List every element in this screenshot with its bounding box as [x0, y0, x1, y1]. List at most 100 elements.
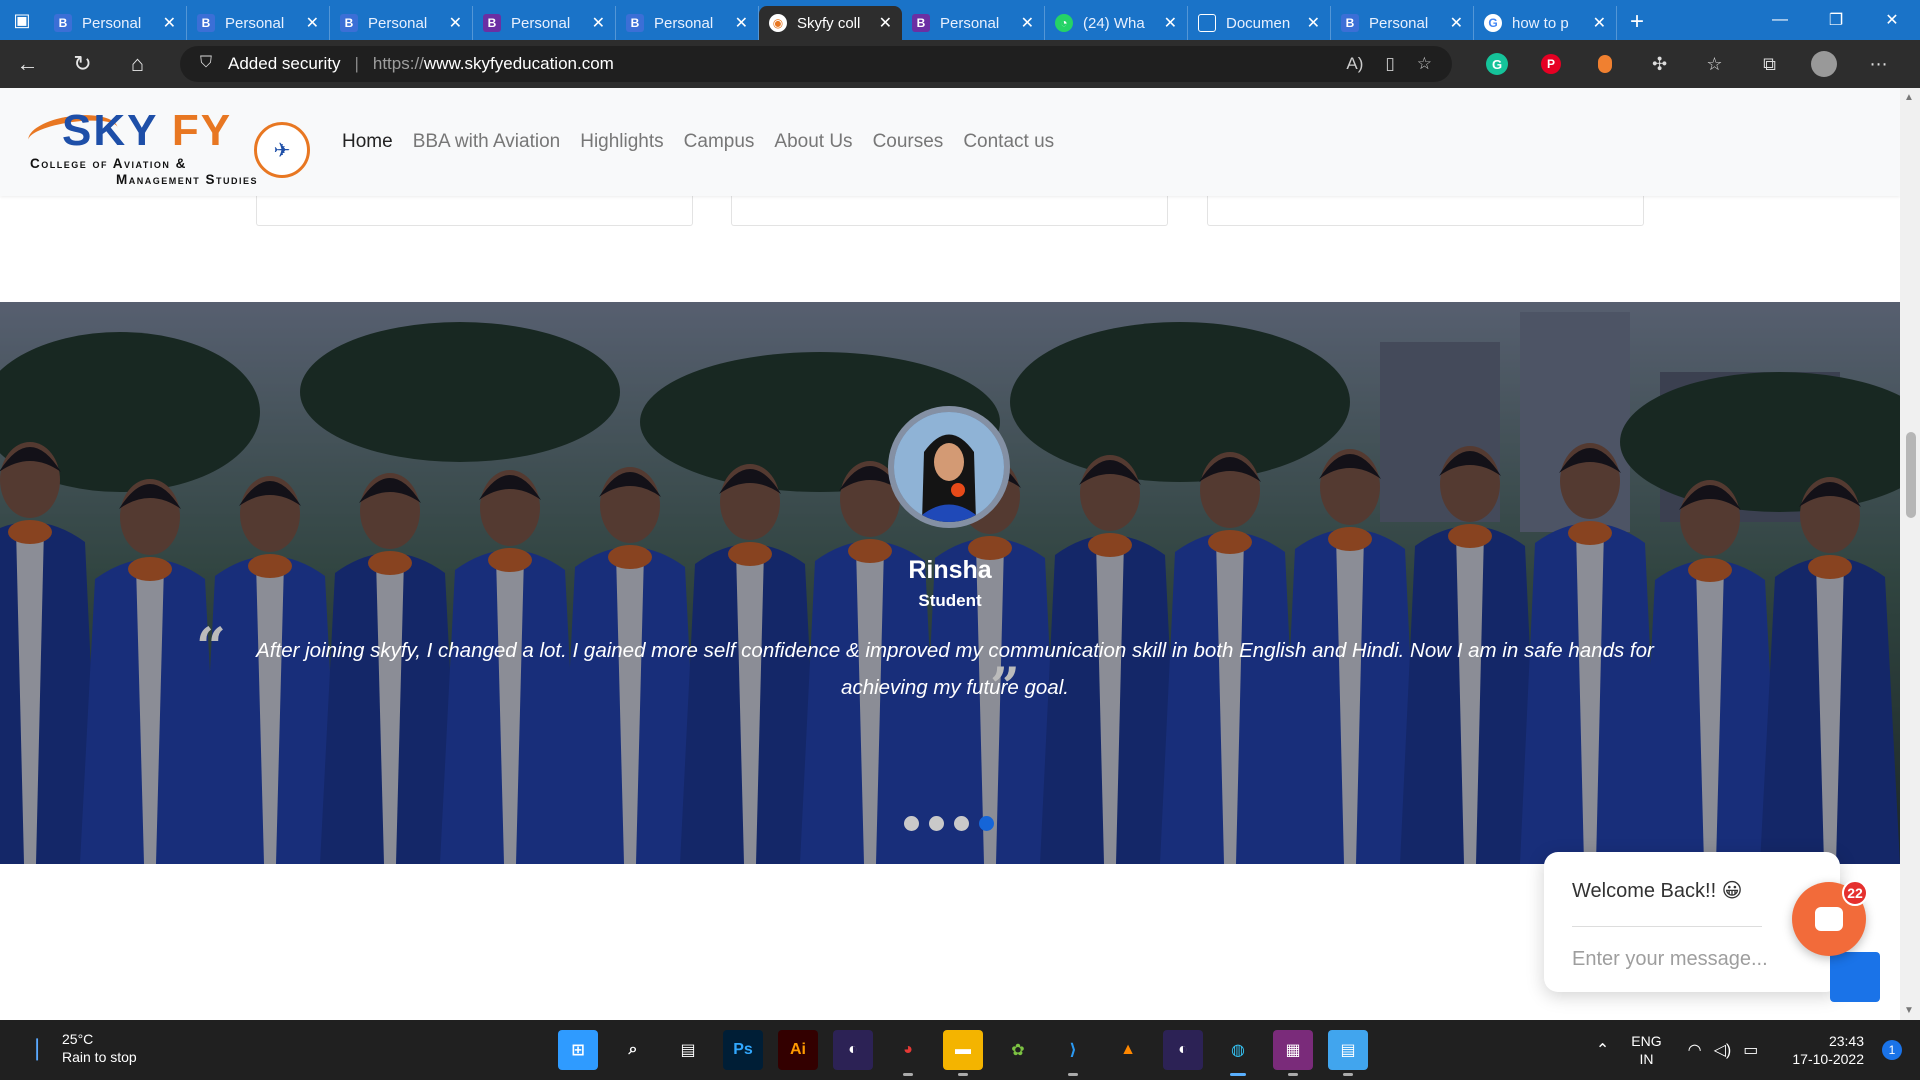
page-scrollbar[interactable]: ▲ ▼	[1900, 88, 1920, 1020]
url-host: www.skyfyeducation.com	[423, 54, 614, 73]
wifi-icon[interactable]: ◠	[1688, 1040, 1702, 1060]
pinterest-icon[interactable]: P	[1541, 54, 1561, 74]
browser-tab[interactable]: B Personal ✕	[902, 6, 1045, 40]
nav-link-courses[interactable]: Courses	[873, 131, 944, 153]
winrar-icon[interactable]: ▦	[1273, 1030, 1313, 1076]
tab-label: Documen	[1226, 14, 1291, 32]
browser-tab[interactable]: ◉ Skyfy coll ✕	[759, 6, 902, 40]
windows-taskbar: ❘ 25°C Rain to stop ⊞ ⌕ ▤ Ps Ai ◐ ◕ ▬ ✿ ⟩ ▲ ◐ ◍ ▦ ▤ ⌃ …	[0, 1020, 1920, 1080]
close-tab-icon[interactable]: ✕	[1164, 13, 1177, 33]
tab-label: (24) Wha	[1083, 14, 1145, 32]
file-explorer-icon[interactable]: ▬	[943, 1030, 983, 1076]
close-tab-icon[interactable]: ✕	[879, 13, 892, 33]
browser-tab[interactable]: B Personal ✕	[473, 6, 616, 40]
volume-icon[interactable]: ◁)	[1714, 1040, 1732, 1060]
new-tab-button[interactable]: +	[1617, 5, 1657, 39]
photoshop-icon[interactable]: Ps	[723, 1030, 763, 1070]
notification-badge[interactable]: 1	[1882, 1040, 1902, 1060]
close-tab-icon[interactable]: ✕	[1021, 13, 1034, 33]
browser-tab[interactable]: ◔ (24) Wha ✕	[1045, 6, 1188, 40]
browser-tab[interactable]: B Personal ✕	[330, 6, 473, 40]
more-menu-icon[interactable]: ⋯	[1851, 54, 1906, 75]
scroll-up-icon[interactable]: ▲	[1904, 92, 1914, 103]
reader-view-icon[interactable]: ▯	[1385, 54, 1394, 74]
rain-icon: ❘	[28, 1035, 47, 1060]
chat-launcher-button[interactable]: 22	[1792, 880, 1868, 956]
paint-app-icon[interactable]: ✿	[998, 1030, 1038, 1070]
back-icon[interactable]: ←	[0, 40, 55, 88]
url-field[interactable]: ⛉ Added security | https:// www.skyfyedu…	[180, 46, 1452, 82]
b-blue-icon: B	[54, 14, 72, 32]
browser-tab[interactable]: Ghow to p ✕	[1474, 6, 1617, 40]
carousel-dot[interactable]	[904, 816, 919, 831]
collections-icon[interactable]: ⧉	[1742, 54, 1797, 75]
close-tab-icon[interactable]: ✕	[735, 13, 748, 33]
search-icon[interactable]: ⌕	[613, 1030, 653, 1070]
browser-tab[interactable]: Documen ✕	[1188, 6, 1331, 40]
favorites-icon[interactable]: ☆	[1687, 54, 1742, 75]
extension-icon[interactable]	[1598, 55, 1612, 73]
scrollbar-thumb[interactable]	[1906, 432, 1916, 518]
chat-send-button[interactable]	[1830, 952, 1880, 1002]
card-2	[731, 196, 1168, 226]
close-window-icon[interactable]: ✕	[1864, 0, 1920, 40]
chat-message-input[interactable]	[1572, 942, 1782, 976]
language-indicator[interactable]: ENG IN	[1631, 1032, 1661, 1068]
close-tab-icon[interactable]: ✕	[1450, 13, 1463, 33]
close-tab-icon[interactable]: ✕	[592, 13, 605, 33]
illustrator-icon[interactable]: Ai	[778, 1030, 818, 1070]
browser-tab[interactable]: B Personal ✕	[616, 6, 759, 40]
testimonial-role: Student	[918, 591, 982, 610]
grammarly-icon[interactable]: G	[1486, 53, 1508, 75]
close-tab-icon[interactable]: ✕	[163, 13, 176, 33]
add-favorite-icon[interactable]: ☆	[1417, 54, 1432, 74]
chrome-icon[interactable]: ◕	[888, 1030, 928, 1076]
scroll-down-icon[interactable]: ▼	[1904, 1005, 1914, 1016]
home-icon[interactable]: ⌂	[110, 40, 165, 88]
nav-link-about-us[interactable]: About Us	[774, 131, 852, 153]
logo-sky: SKY	[62, 106, 158, 155]
nav-link-bba-with-aviation[interactable]: BBA with Aviation	[413, 131, 561, 153]
eclipse-2-icon[interactable]: ◐	[1163, 1030, 1203, 1070]
carousel-dot[interactable]	[954, 816, 969, 831]
close-tab-icon[interactable]: ✕	[449, 13, 462, 33]
logo-fy: FY	[171, 106, 233, 155]
close-tab-icon[interactable]: ✕	[1307, 13, 1320, 33]
browser-tab[interactable]: B Personal ✕	[44, 6, 187, 40]
battery-icon[interactable]: ▭	[1743, 1040, 1758, 1060]
nav-link-home[interactable]: Home	[342, 131, 393, 153]
restore-icon[interactable]: ❐	[1808, 0, 1864, 40]
nav-link-contact-us[interactable]: Contact us	[963, 131, 1054, 153]
b-blue-icon: B	[340, 14, 358, 32]
browser-tab[interactable]: B Personal ✕	[187, 6, 330, 40]
tab-label: how to p	[1512, 14, 1569, 32]
skyfy-logo[interactable]: SKY FY ✈ College of Aviation & Managemen…	[25, 98, 318, 187]
minimize-icon[interactable]: —	[1752, 0, 1808, 40]
weather-widget[interactable]: ❘ 25°C Rain to stop	[28, 1030, 137, 1066]
vscode-icon[interactable]: ⟩	[1053, 1030, 1093, 1076]
clock-time: 23:43	[1828, 1033, 1864, 1049]
extensions-puzzle-icon[interactable]: ✣	[1632, 54, 1687, 75]
nav-link-campus[interactable]: Campus	[684, 131, 755, 153]
profile-avatar[interactable]	[1811, 51, 1837, 77]
card-1	[256, 196, 693, 226]
carousel-dot[interactable]	[979, 816, 994, 831]
close-tab-icon[interactable]: ✕	[1593, 13, 1606, 33]
notepad-icon[interactable]: ▤	[1328, 1030, 1368, 1076]
carousel-dot[interactable]	[929, 816, 944, 831]
clock[interactable]: 23:43 17-10-2022	[1792, 1032, 1864, 1068]
refresh-icon[interactable]: ↻	[55, 40, 110, 88]
eclipse-icon[interactable]: ◐	[833, 1030, 873, 1070]
read-aloud-icon[interactable]: A)	[1346, 54, 1363, 74]
nav-link-highlights[interactable]: Highlights	[580, 131, 663, 153]
windows-start-icon[interactable]: ⊞	[558, 1030, 598, 1070]
tray-chevron-icon[interactable]: ⌃	[1596, 1040, 1609, 1060]
tab-label: Personal	[225, 14, 285, 32]
close-tab-icon[interactable]: ✕	[306, 13, 319, 33]
vlc-icon[interactable]: ▲	[1108, 1030, 1148, 1070]
tab-actions-icon[interactable]: ▣	[0, 0, 44, 40]
edge-icon[interactable]: ◍	[1218, 1030, 1258, 1076]
browser-tab[interactable]: B Personal ✕	[1331, 6, 1474, 40]
tab-label: Personal	[368, 14, 428, 32]
task-view-icon[interactable]: ▤	[668, 1030, 708, 1070]
